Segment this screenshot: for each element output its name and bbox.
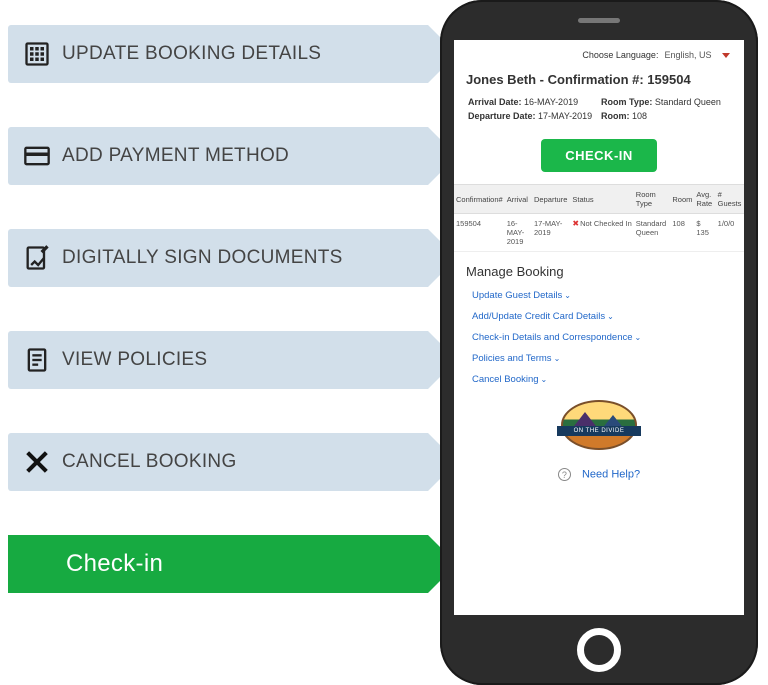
chevron-down-icon: ⌄ [564, 291, 571, 300]
roomtype-value: Standard Queen [655, 97, 721, 107]
phone-screen: Choose Language: English, US Jones Beth … [454, 40, 744, 615]
manage-booking-heading: Manage Booking [454, 252, 744, 285]
cell-status: ✖Not Checked In [570, 214, 633, 252]
booking-info: Arrival Date: 16-MAY-2019 Departure Date… [454, 97, 744, 135]
phone-mockup: Choose Language: English, US Jones Beth … [440, 0, 758, 685]
left-action-menu: UPDATE BOOKING DETAILS ADD PAYMENT METHO… [8, 25, 428, 593]
link-policies-terms[interactable]: Policies and Terms⌄ [472, 348, 726, 369]
caret-down-icon [722, 53, 730, 58]
chevron-down-icon: ⌄ [635, 333, 642, 342]
cell-arrival: 16-MAY-2019 [505, 214, 532, 252]
th-rate: Avg. Rate [694, 185, 715, 214]
sign-document-icon [22, 243, 52, 273]
menu-label: Check-in [66, 550, 163, 578]
th-roomtype: Room Type [634, 185, 671, 214]
menu-item-sign[interactable]: DIGITALLY SIGN DOCUMENTS [8, 229, 428, 287]
cell-guests: 1/0/0 [716, 214, 744, 252]
cell-roomtype: Standard Queen [634, 214, 671, 252]
cell-confirmation: 159504 [454, 214, 505, 252]
language-label: Choose Language: [582, 50, 658, 60]
cell-room: 108 [670, 214, 694, 252]
link-label: Update Guest Details [472, 290, 562, 301]
phone-home-button[interactable] [577, 628, 621, 672]
status-text: Not Checked In [580, 219, 632, 228]
th-departure: Departure [532, 185, 570, 214]
cell-departure: 17-MAY-2019 [532, 214, 570, 252]
room-label: Room: [601, 111, 630, 121]
cell-rate: $ 135 [694, 214, 715, 252]
logo-banner-text: ON THE DIVIDE [557, 426, 641, 436]
menu-item-update-booking[interactable]: UPDATE BOOKING DETAILS [8, 25, 428, 83]
link-label: Policies and Terms [472, 353, 552, 364]
chevron-down-icon: ⌄ [541, 375, 548, 384]
help-icon: ? [558, 468, 571, 481]
menu-label: UPDATE BOOKING DETAILS [62, 43, 321, 65]
link-update-guest[interactable]: Update Guest Details⌄ [472, 285, 726, 306]
th-confirmation: Confirmation# [454, 185, 505, 214]
table-row[interactable]: 159504 16-MAY-2019 17-MAY-2019 ✖Not Chec… [454, 214, 744, 252]
menu-label: ADD PAYMENT METHOD [62, 145, 289, 167]
language-selected: English, US [664, 50, 711, 60]
link-label: Check-in Details and Correspondence [472, 332, 633, 343]
chevron-down-icon: ⌄ [554, 354, 561, 363]
th-arrival: Arrival [505, 185, 532, 214]
booking-table: Confirmation# Arrival Departure Status R… [454, 184, 744, 252]
need-help-link[interactable]: Need Help? [582, 469, 640, 481]
policies-icon [22, 345, 52, 375]
menu-label: CANCEL BOOKING [62, 451, 237, 473]
menu-label: DIGITALLY SIGN DOCUMENTS [62, 247, 343, 269]
help-row: ? Need Help? [454, 468, 744, 481]
guest-confirmation-title: Jones Beth - Confirmation #: 159504 [454, 64, 744, 97]
manage-links: Update Guest Details⌄ Add/Update Credit … [454, 285, 744, 390]
phone-speaker [578, 18, 620, 23]
departure-label: Departure Date: [468, 111, 536, 121]
checkin-button[interactable]: CHECK-IN [541, 139, 657, 172]
arrival-value: 16-MAY-2019 [524, 97, 578, 107]
table-header-row: Confirmation# Arrival Departure Status R… [454, 185, 744, 214]
departure-value: 17-MAY-2019 [538, 111, 592, 121]
link-checkin-correspondence[interactable]: Check-in Details and Correspondence⌄ [472, 327, 726, 348]
language-row: Choose Language: English, US [454, 40, 744, 64]
language-select[interactable]: English, US [664, 50, 734, 60]
status-not-checked-icon: ✖ [572, 219, 579, 228]
menu-item-checkin[interactable]: Check-in [8, 535, 428, 593]
menu-item-policies[interactable]: VIEW POLICIES [8, 331, 428, 389]
room-value: 108 [632, 111, 647, 121]
menu-item-cancel[interactable]: CANCEL BOOKING [8, 433, 428, 491]
payment-card-icon [22, 141, 52, 171]
cancel-x-icon [22, 447, 52, 477]
link-label: Add/Update Credit Card Details [472, 311, 605, 322]
link-label: Cancel Booking [472, 374, 539, 385]
menu-item-payment[interactable]: ADD PAYMENT METHOD [8, 127, 428, 185]
roomtype-label: Room Type: [601, 97, 652, 107]
menu-label: VIEW POLICIES [62, 349, 207, 371]
property-logo: ON THE DIVIDE [454, 400, 744, 452]
link-update-card[interactable]: Add/Update Credit Card Details⌄ [472, 306, 726, 327]
th-room: Room [670, 185, 694, 214]
booking-details-icon [22, 39, 52, 69]
link-cancel-booking[interactable]: Cancel Booking⌄ [472, 369, 726, 390]
chevron-down-icon: ⌄ [607, 312, 614, 321]
th-status: Status [570, 185, 633, 214]
th-guests: # Guests [716, 185, 744, 214]
arrival-label: Arrival Date: [468, 97, 522, 107]
